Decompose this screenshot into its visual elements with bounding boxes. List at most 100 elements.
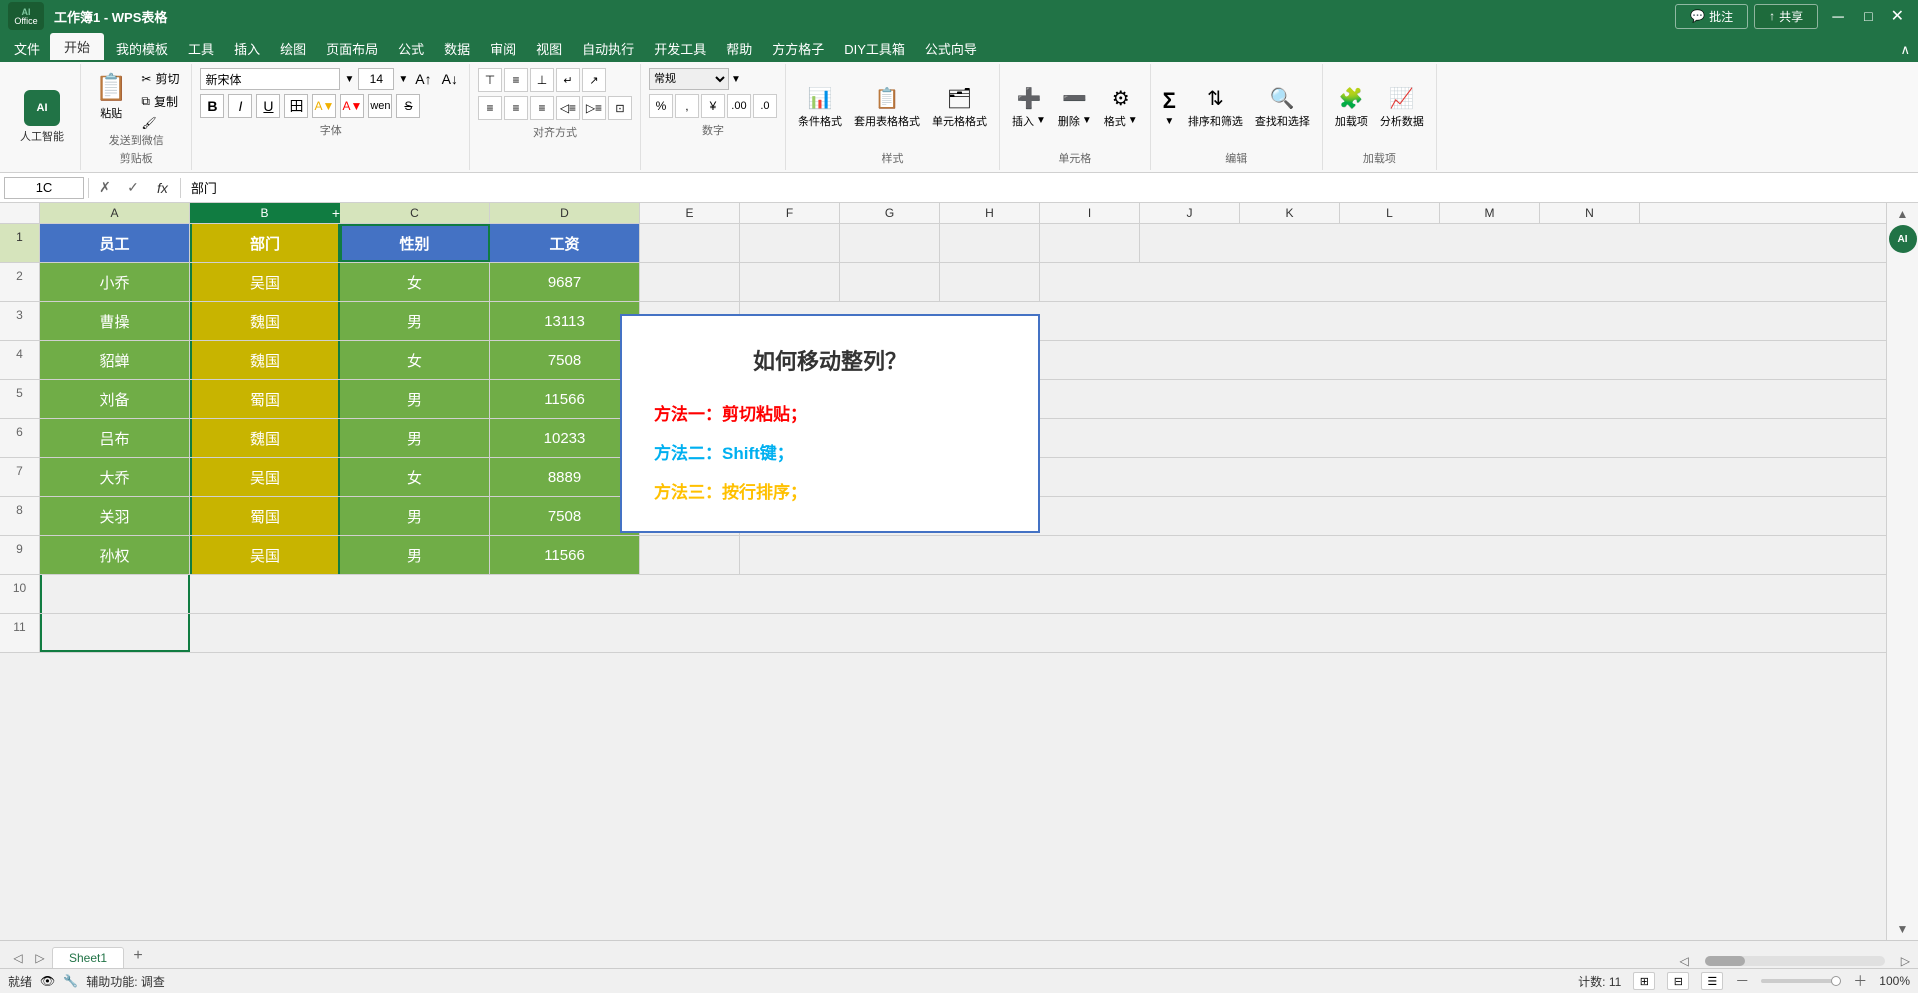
ai-btn[interactable]: AI 人工智能 — [12, 86, 72, 148]
decrease-indent-btn[interactable]: ◁≡ — [556, 96, 580, 120]
minimize-button[interactable]: － — [1824, 4, 1852, 28]
scroll-sheet-right[interactable]: ▷ — [30, 948, 50, 968]
sum-btn[interactable]: Σ ▼ — [1159, 84, 1180, 131]
cancel-formula-btn[interactable]: ✗ — [93, 176, 117, 200]
menu-item-file[interactable]: 文件 — [4, 35, 50, 62]
col-header-l[interactable]: L — [1340, 203, 1440, 223]
cell-c8[interactable]: 男 — [340, 497, 490, 535]
font-size-input[interactable] — [358, 68, 394, 90]
cell-c3[interactable]: 男 — [340, 302, 490, 340]
col-header-c[interactable]: C — [340, 203, 490, 223]
view-page-btn[interactable]: ☰ — [1701, 972, 1723, 990]
sort-filter-btn[interactable]: ⇅ 排序和筛选 — [1184, 82, 1247, 133]
align-right-btn[interactable]: ≡ — [530, 96, 554, 120]
tab-formula-wizard[interactable]: 公式向导 — [915, 35, 987, 62]
col-header-f[interactable]: F — [740, 203, 840, 223]
tab-data[interactable]: 数据 — [434, 35, 480, 62]
strikethrough-btn[interactable]: S — [396, 94, 420, 118]
cell-b5[interactable]: 蜀国 — [190, 380, 340, 418]
row-num-10[interactable]: 10 — [0, 575, 40, 613]
right-ai-btn[interactable]: AI — [1889, 225, 1917, 253]
cell-h1[interactable] — [940, 224, 1040, 262]
cell-a9[interactable]: 孙权 — [40, 536, 190, 574]
cell-f2[interactable] — [740, 263, 840, 301]
confirm-formula-btn[interactable]: ✓ — [121, 176, 145, 200]
orientation-btn[interactable]: ↗ — [582, 68, 606, 92]
italic-btn[interactable]: I — [228, 94, 252, 118]
cell-a1[interactable]: 员工 — [40, 224, 190, 262]
increase-font-btn[interactable]: A↑ — [412, 71, 434, 87]
load-addon-btn[interactable]: 🧩 加载项 — [1331, 82, 1372, 133]
formula-input[interactable] — [185, 177, 1914, 199]
delete-dropdown-icon[interactable]: ▼ — [1082, 115, 1092, 126]
align-left-btn[interactable]: ≡ — [478, 96, 502, 120]
cell-b6[interactable]: 魏国 — [190, 419, 340, 457]
office-ai-icon[interactable]: AI Office — [8, 2, 44, 30]
cond-format-btn[interactable]: 📊 条件格式 — [794, 82, 846, 133]
cell-c6[interactable]: 男 — [340, 419, 490, 457]
tab-devtools[interactable]: 开发工具 — [644, 35, 716, 62]
col-header-h[interactable]: H — [940, 203, 1040, 223]
scroll-track[interactable] — [1705, 956, 1885, 966]
name-box[interactable] — [4, 177, 84, 199]
increase-decimal-btn[interactable]: .00 — [727, 94, 751, 118]
align-top-btn[interactable]: ⊤ — [478, 68, 502, 92]
cell-b8[interactable]: 蜀国 — [190, 497, 340, 535]
cell-style-btn[interactable]: 🗂 单元格格式 — [928, 82, 991, 133]
cell-c7[interactable]: 女 — [340, 458, 490, 496]
scroll-left-btn[interactable]: ◁ — [1680, 954, 1689, 968]
increase-indent-btn[interactable]: ▷≡ — [582, 96, 606, 120]
cell-c9[interactable]: 男 — [340, 536, 490, 574]
font-color-btn[interactable]: A▼ — [340, 94, 364, 118]
col-header-k[interactable]: K — [1240, 203, 1340, 223]
format-painter-btn[interactable]: 🖌 — [137, 114, 183, 132]
right-scroll-up[interactable]: ▲ — [1897, 207, 1909, 221]
delete-cell-btn[interactable]: ➖ 删除 ▼ — [1054, 82, 1096, 133]
percent-btn[interactable]: % — [649, 94, 673, 118]
wrap-text-btn[interactable]: ↵ — [556, 68, 580, 92]
cell-d6[interactable]: 10233 — [490, 419, 640, 457]
view-normal-btn[interactable]: ⊞ — [1633, 972, 1655, 990]
send-wechat-btn[interactable]: 发送到微信 — [109, 132, 164, 148]
zoom-out-btn[interactable]: － — [1735, 971, 1749, 991]
zoom-slider[interactable] — [1761, 979, 1841, 983]
cell-g2[interactable] — [840, 263, 940, 301]
row-num-1[interactable]: 1 — [0, 224, 40, 262]
tab-formula[interactable]: 公式 — [388, 35, 434, 62]
cell-a6[interactable]: 吕布 — [40, 419, 190, 457]
align-center-btn[interactable]: ≡ — [504, 96, 528, 120]
cell-i1[interactable] — [1040, 224, 1140, 262]
status-icon-1[interactable]: 👁 — [40, 974, 55, 988]
currency-btn[interactable]: ¥ — [701, 94, 725, 118]
tab-ffgz[interactable]: 方方格子 — [762, 35, 834, 62]
close-button[interactable]: ✕ — [1885, 6, 1910, 26]
col-header-g[interactable]: G — [840, 203, 940, 223]
align-bottom-btn[interactable]: ⊥ — [530, 68, 554, 92]
col-header-e[interactable]: E — [640, 203, 740, 223]
tab-insert[interactable]: 插入 — [224, 35, 270, 62]
format-cell-btn[interactable]: ⚙ 格式 ▼ — [1100, 82, 1142, 133]
number-format-dropdown[interactable]: ▼ — [731, 74, 741, 85]
tab-draw[interactable]: 绘图 — [270, 35, 316, 62]
insert-dropdown-icon[interactable]: ▼ — [1036, 115, 1046, 126]
cell-rest10[interactable] — [190, 575, 1886, 613]
view-layout-btn[interactable]: ⊟ — [1667, 972, 1689, 990]
zoom-in-btn[interactable]: ＋ — [1853, 971, 1867, 991]
share-button[interactable]: ↑ 共享 — [1754, 4, 1818, 29]
cell-e1[interactable] — [640, 224, 740, 262]
col-header-i[interactable]: I — [1040, 203, 1140, 223]
cut-btn[interactable]: ✂ 剪切 — [137, 68, 183, 89]
col-header-j[interactable]: J — [1140, 203, 1240, 223]
cell-d4[interactable]: 7508 — [490, 341, 640, 379]
table-format-btn[interactable]: 📋 套用表格格式 — [850, 82, 924, 133]
insert-cell-btn[interactable]: ➕ 插入 ▼ — [1008, 82, 1050, 133]
col-header-n[interactable]: N — [1540, 203, 1640, 223]
format-dropdown-icon[interactable]: ▼ — [1128, 115, 1138, 126]
tab-view[interactable]: 视图 — [526, 35, 572, 62]
find-select-btn[interactable]: 🔍 查找和选择 — [1251, 82, 1314, 133]
cell-a2[interactable]: 小乔 — [40, 263, 190, 301]
cell-e2[interactable] — [640, 263, 740, 301]
cell-c2[interactable]: 女 — [340, 263, 490, 301]
row-num-7[interactable]: 7 — [0, 458, 40, 496]
analysis-btn[interactable]: 📈 分析数据 — [1376, 82, 1428, 133]
